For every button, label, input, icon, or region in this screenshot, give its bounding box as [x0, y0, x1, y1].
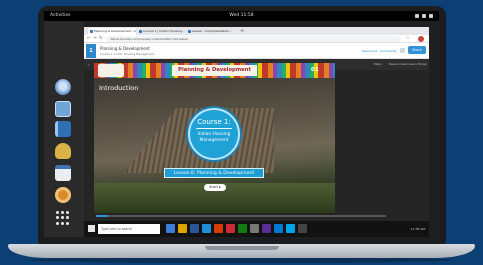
- taskbar-app-icon[interactable]: [226, 224, 235, 233]
- course-name: Indian Housing Management: [197, 132, 231, 143]
- app-grid-icon[interactable]: [56, 211, 70, 225]
- system-top-bar: Activities Wed 11:58: [44, 11, 439, 21]
- forward-icon[interactable]: →: [93, 36, 97, 42]
- player-notes-tab[interactable]: Notes: [418, 59, 427, 70]
- resources-link[interactable]: Resources: [362, 49, 377, 53]
- taskbar: Type here to search 11:58 AM: [84, 221, 429, 237]
- start-button[interactable]: Start ▸: [204, 184, 226, 191]
- course-header: 1 Planning & Development Course 1: India…: [84, 43, 429, 59]
- taskbar-app-icon[interactable]: [178, 224, 187, 233]
- slide-number: 01: [311, 67, 319, 73]
- clock[interactable]: Wed 11:58: [44, 11, 439, 21]
- taskbar-app-icon[interactable]: [190, 224, 199, 233]
- course-badge: 1: [86, 44, 96, 58]
- taskbar-app-icon[interactable]: [166, 224, 175, 233]
- organization-logo: [98, 64, 124, 77]
- course-circle: Course 1: Indian Housing Management: [188, 108, 240, 160]
- share-icon[interactable]: [400, 48, 405, 53]
- bookmark-star-icon[interactable]: ☆: [406, 36, 410, 42]
- slide-progress-bar[interactable]: [96, 215, 386, 217]
- reload-icon[interactable]: ↻: [99, 36, 103, 42]
- taskbar-app-icon[interactable]: [298, 224, 307, 233]
- back-icon[interactable]: ←: [87, 36, 91, 42]
- tools-icon[interactable]: [55, 187, 71, 203]
- tab-2[interactable]: Course 1 | Indian Housing...: [137, 28, 185, 35]
- taskbar-clock[interactable]: 11:58 AM: [411, 224, 425, 234]
- browser-globe-icon[interactable]: [55, 79, 71, 95]
- taskbar-app-icon[interactable]: [286, 224, 295, 233]
- battery-icon: [429, 14, 433, 18]
- screen: Activities Wed 11:58 Planning & Developm…: [44, 11, 439, 237]
- introduction-label: Introduction: [99, 84, 139, 92]
- taskbar-app-icon[interactable]: [202, 224, 211, 233]
- course-title: Planning & Development: [100, 46, 150, 51]
- taskbar-search-input[interactable]: Type here to search: [98, 224, 160, 234]
- volume-icon: [422, 14, 426, 18]
- taskbar-apps: [166, 224, 307, 233]
- tab-strip: Planning & Development - Ind... Course 1…: [84, 27, 429, 35]
- new-tab-button[interactable]: +: [240, 27, 244, 35]
- course-subtitle: Course 1: Indian Housing Management: [100, 52, 155, 56]
- system-tray[interactable]: [415, 14, 433, 18]
- dock: [44, 21, 84, 237]
- share-button[interactable]: Share: [408, 46, 426, 54]
- lightbulb-icon[interactable]: [55, 143, 71, 159]
- address-bar: ← → ↻ 360.articulate.com/review/content/…: [84, 35, 429, 43]
- banner-title: Planning & Development: [172, 65, 257, 76]
- taskbar-app-icon[interactable]: [214, 224, 223, 233]
- start-menu-icon[interactable]: [88, 225, 95, 232]
- url-input[interactable]: 360.articulate.com/review/content/4db0c7…: [106, 36, 401, 42]
- slide-banner: Planning & Development 01: [94, 63, 335, 78]
- network-icon: [415, 14, 419, 18]
- lesson-title: Lesson 6: Planning & Development: [164, 168, 264, 178]
- laptop-hinge-notch: [205, 246, 279, 250]
- taskbar-app-icon[interactable]: [274, 224, 283, 233]
- taskbar-app-icon[interactable]: [262, 224, 271, 233]
- course-slide: Planning & Development 01 Introduction C…: [94, 63, 335, 213]
- divider: [196, 128, 232, 129]
- course-number-title: Course 1:: [197, 118, 231, 126]
- taskbar-app-icon[interactable]: [238, 224, 247, 233]
- tab-1[interactable]: Planning & Development - Ind...: [88, 28, 136, 35]
- player-resources-tab[interactable]: Resources: [389, 59, 404, 70]
- progress-fill: [96, 215, 108, 217]
- calendar-icon[interactable]: [55, 165, 71, 181]
- document-icon[interactable]: [55, 121, 71, 137]
- profile-avatar[interactable]: [418, 36, 424, 42]
- comments-link[interactable]: Comments: [380, 49, 396, 53]
- taskbar-app-icon[interactable]: [250, 224, 259, 233]
- player-glossary-tab[interactable]: Glossary: [404, 59, 417, 70]
- tab-3[interactable]: Lesson - Implementation...: [186, 28, 236, 35]
- player-back-icon[interactable]: ‹: [88, 59, 90, 70]
- player-menu-tab[interactable]: Menu: [374, 59, 382, 70]
- files-icon[interactable]: [55, 101, 71, 117]
